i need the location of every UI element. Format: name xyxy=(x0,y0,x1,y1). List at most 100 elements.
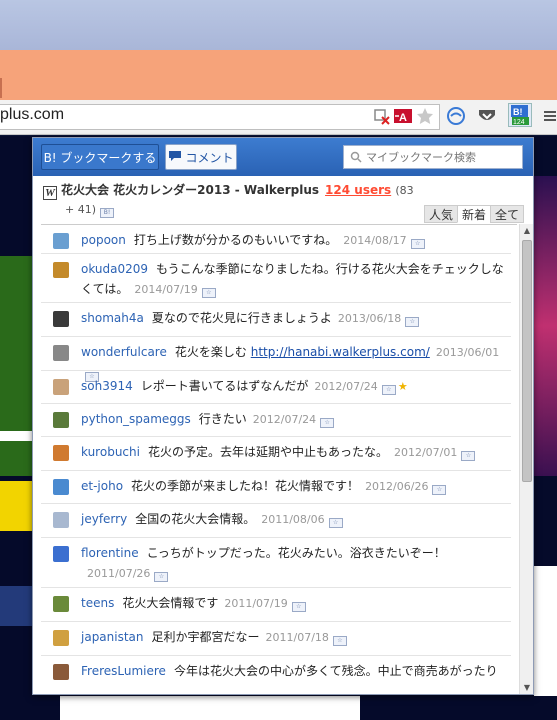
scroll-down-arrow-icon[interactable]: ▼ xyxy=(520,683,534,692)
my-bookmark-search[interactable] xyxy=(343,145,523,169)
user-avatar[interactable] xyxy=(53,445,69,461)
add-bookmark-label: B! ブックマークする xyxy=(43,150,157,165)
comment-date[interactable]: 2012/06/26 xyxy=(365,480,428,493)
comment-date[interactable]: 2011/07/18 xyxy=(266,631,329,644)
translate-icon[interactable]: A xyxy=(393,106,413,126)
comment-text: 今年は花火大会の中心が多くて残念。中止で商売あがったり xyxy=(173,664,498,678)
entry-title-text[interactable]: 花火大会 花火カレンダー2013 - Walkerplus xyxy=(61,183,319,197)
star-icon[interactable]: ★ xyxy=(398,380,408,393)
svg-text:B!: B! xyxy=(513,107,523,117)
comment-username[interactable]: florentine xyxy=(81,546,139,560)
menu-icon[interactable] xyxy=(540,106,557,126)
comment-link[interactable]: http://hanabi.walkerplus.com/ xyxy=(251,345,430,359)
comment-date[interactable]: 2014/08/17 xyxy=(343,234,406,247)
comment-username[interactable]: teens xyxy=(81,596,114,610)
bg-nav-item[interactable] xyxy=(0,586,32,626)
comment-date[interactable]: 2012/07/01 xyxy=(394,446,457,459)
user-avatar[interactable] xyxy=(53,512,69,528)
scroll-thumb[interactable] xyxy=(522,240,532,482)
add-star-icon[interactable]: ☆ xyxy=(154,572,169,582)
comment-username[interactable]: kurobuchi xyxy=(81,445,140,459)
hatena-bookmark-extension-icon[interactable]: B! 124 xyxy=(508,103,532,127)
comment-text: 花火の季節が来ましたね！花火情報です！ xyxy=(131,479,360,493)
blocked-plugin-icon[interactable] xyxy=(372,106,392,126)
comment-username[interactable]: jeyferry xyxy=(81,512,127,526)
user-avatar[interactable] xyxy=(53,596,69,612)
speech-bubble-icon xyxy=(168,150,182,165)
bookmark-star-icon[interactable] xyxy=(415,106,435,126)
user-avatar[interactable] xyxy=(53,345,69,361)
comment-row: soh3914 レポート書いてるはずなんだが 2012/07/24 ☆ ★ xyxy=(41,371,511,404)
search-icon xyxy=(350,148,362,167)
comment-date[interactable]: 2013/06/01 xyxy=(436,346,499,359)
comment-text: 花火大会情報です xyxy=(122,596,219,610)
user-avatar[interactable] xyxy=(53,311,69,327)
comment-username[interactable]: okuda0209 xyxy=(81,262,148,276)
comment-username[interactable]: FreresLumiere xyxy=(81,664,166,678)
comment-date[interactable]: 2011/07/26 xyxy=(87,567,150,580)
comment-username[interactable]: et-joho xyxy=(81,479,123,493)
tab-all[interactable]: 全て xyxy=(490,205,525,223)
comment-row: python_spameggs 行きたい 2012/07/24 ☆ xyxy=(41,404,511,437)
add-star-icon[interactable]: ☆ xyxy=(410,239,425,249)
users-breakdown: (83 xyxy=(395,184,414,197)
add-star-icon[interactable]: ☆ xyxy=(291,602,306,612)
add-star-icon[interactable]: ☆ xyxy=(328,518,343,528)
tab-popular[interactable]: 人気 xyxy=(424,205,459,223)
comment-username[interactable]: python_spameggs xyxy=(81,412,191,426)
user-avatar[interactable] xyxy=(53,479,69,495)
user-avatar[interactable] xyxy=(53,379,69,395)
user-avatar[interactable] xyxy=(53,233,69,249)
user-avatar[interactable] xyxy=(53,630,69,646)
add-star-icon[interactable]: ☆ xyxy=(332,636,347,646)
users-breakdown-cont-text: + 41) xyxy=(65,203,97,216)
bg-fireworks-image xyxy=(534,176,557,476)
comment-username[interactable]: japanistan xyxy=(81,630,144,644)
comment-row: teens 花火大会情報です 2011/07/19 ☆ xyxy=(41,588,511,622)
comment-button-label: コメント xyxy=(185,150,234,165)
comment-date[interactable]: 2012/07/24 xyxy=(253,413,316,426)
comment-button[interactable]: コメント xyxy=(165,144,237,170)
comment-text: 足利か宇都宮だなー xyxy=(151,630,260,644)
bg-yellow-button[interactable] xyxy=(0,481,32,531)
comment-text: 花火を楽しむ xyxy=(174,345,247,359)
comment-row: wonderfulcare 花火を楽しむ http://hanabi.walker… xyxy=(41,337,511,382)
comment-row: okuda0209 もうこんな季節になりましたね。行ける花火大会をチェックしなくて… xyxy=(41,254,511,303)
add-star-icon[interactable]: ☆ xyxy=(201,288,216,298)
user-avatar[interactable] xyxy=(53,664,69,680)
hatena-bookmark-popup: B! ブックマークする コメント W 花火大会 花火カレンダー2013 - Wal… xyxy=(32,137,534,695)
add-star-icon[interactable]: ☆ xyxy=(405,317,420,327)
comment-date[interactable]: 2013/06/18 xyxy=(338,312,401,325)
search-input[interactable] xyxy=(366,150,516,164)
sync-extension-icon[interactable] xyxy=(446,106,466,126)
comment-username[interactable]: wonderfulcare xyxy=(81,345,167,359)
add-star-icon[interactable]: ☆ xyxy=(381,385,396,395)
comment-date[interactable]: 2011/07/19 xyxy=(224,597,287,610)
comment-row: jeyferry 全国の花火大会情報。 2011/08/06 ☆ xyxy=(41,504,511,538)
window-titlebar xyxy=(0,0,557,50)
user-avatar[interactable] xyxy=(53,262,69,278)
comment-date[interactable]: 2011/08/06 xyxy=(261,513,324,526)
comment-date[interactable]: 2012/07/24 xyxy=(314,380,377,393)
entry-page-icon[interactable]: B! xyxy=(100,208,115,218)
tab-recent[interactable]: 新着 xyxy=(457,205,492,223)
add-bookmark-button[interactable]: B! ブックマークする xyxy=(41,144,159,170)
scrollbar[interactable]: ▲ ▼ xyxy=(519,224,533,694)
users-count-link[interactable]: 124 users xyxy=(325,183,391,197)
comment-date[interactable]: 2014/07/19 xyxy=(134,283,197,296)
pocket-icon[interactable] xyxy=(477,106,497,126)
user-avatar[interactable] xyxy=(53,546,69,562)
comment-username[interactable]: soh3914 xyxy=(81,379,133,393)
comment-row: et-joho 花火の季節が来ましたね！花火情報です！ 2012/06/26 ☆ xyxy=(41,471,511,504)
comment-username[interactable]: shomah4a xyxy=(81,311,144,325)
add-star-icon[interactable]: ☆ xyxy=(432,485,447,495)
address-bar-text[interactable]: plus.com xyxy=(0,106,64,124)
comment-list: popoon 打ち上げ数が分かるのもいいですね。 2014/08/17 ☆ okuda0… xyxy=(41,224,517,692)
add-star-icon[interactable]: ☆ xyxy=(320,418,335,428)
sort-tabs: 人気 新着 全て xyxy=(424,205,525,223)
comment-username[interactable]: popoon xyxy=(81,233,126,247)
user-avatar[interactable] xyxy=(53,412,69,428)
scroll-up-arrow-icon[interactable]: ▲ xyxy=(520,226,534,235)
tab-edge[interactable] xyxy=(0,78,10,98)
add-star-icon[interactable]: ☆ xyxy=(461,451,476,461)
